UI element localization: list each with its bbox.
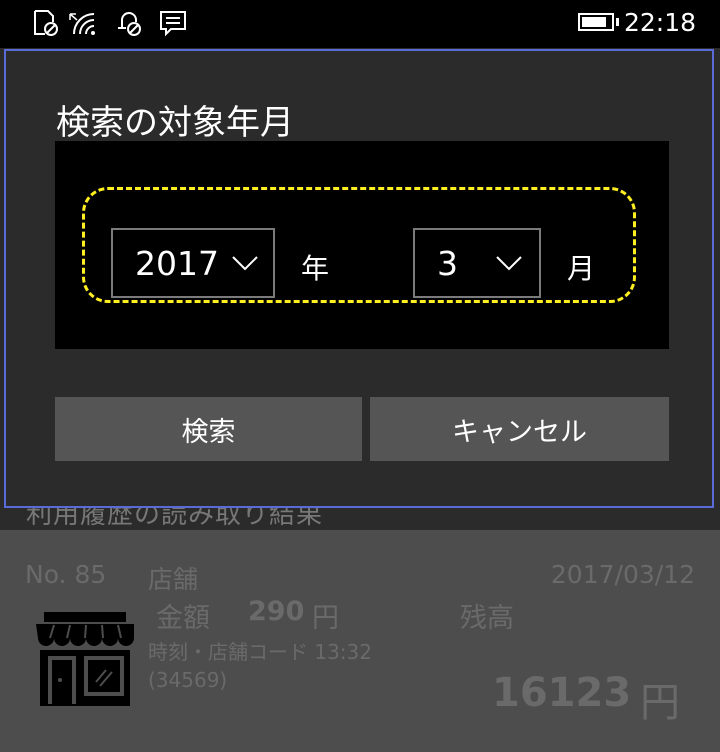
- year-select[interactable]: 2017: [111, 228, 275, 298]
- dialog-title: 検索の対象年月: [56, 103, 294, 143]
- calendar-off-icon: [34, 10, 58, 36]
- month-select[interactable]: 3: [413, 228, 541, 298]
- store-icon: [36, 612, 134, 706]
- status-bar: 22:18: [0, 0, 720, 48]
- year-unit: 年: [301, 252, 330, 285]
- wifi-icon: [69, 13, 95, 35]
- store-code: (34569): [148, 668, 228, 692]
- record-number: No. 85: [25, 560, 107, 589]
- notification-icon: [160, 11, 186, 37]
- record-date: 2017/03/12: [550, 560, 695, 589]
- month-unit: 月: [567, 252, 596, 285]
- clock: 22:18: [623, 8, 696, 37]
- balance-value: 16123: [492, 670, 632, 716]
- balance-label: 残高: [460, 603, 514, 634]
- battery-icon: [578, 13, 614, 31]
- month-value: 3: [437, 243, 458, 283]
- amount-label: 金額: [156, 603, 210, 634]
- battery-tip: [616, 18, 619, 26]
- store-label: 店舗: [148, 565, 199, 594]
- battery-level: [582, 17, 606, 27]
- chevron-down-icon: [232, 256, 258, 271]
- cancel-button[interactable]: キャンセル: [370, 397, 669, 461]
- date-picker-area: 2017 年 3 月: [55, 141, 669, 349]
- year-value: 2017: [135, 243, 219, 283]
- chevron-down-icon: [496, 256, 522, 271]
- amount-value: 290: [248, 596, 305, 627]
- balance-unit: 円: [640, 680, 680, 726]
- history-record[interactable]: No. 85 店舗 2017/03/12 金額 290 円 残高 時刻・店舗コー…: [0, 530, 720, 752]
- time-code-label: 時刻・店舗コード 13:32: [148, 640, 372, 664]
- month-search-dialog: 検索の対象年月 2017 年 3 月 検索 キャンセル: [4, 49, 714, 508]
- alarm-off-icon: [118, 12, 141, 36]
- amount-unit: 円: [312, 603, 339, 634]
- search-button[interactable]: 検索: [55, 397, 362, 461]
